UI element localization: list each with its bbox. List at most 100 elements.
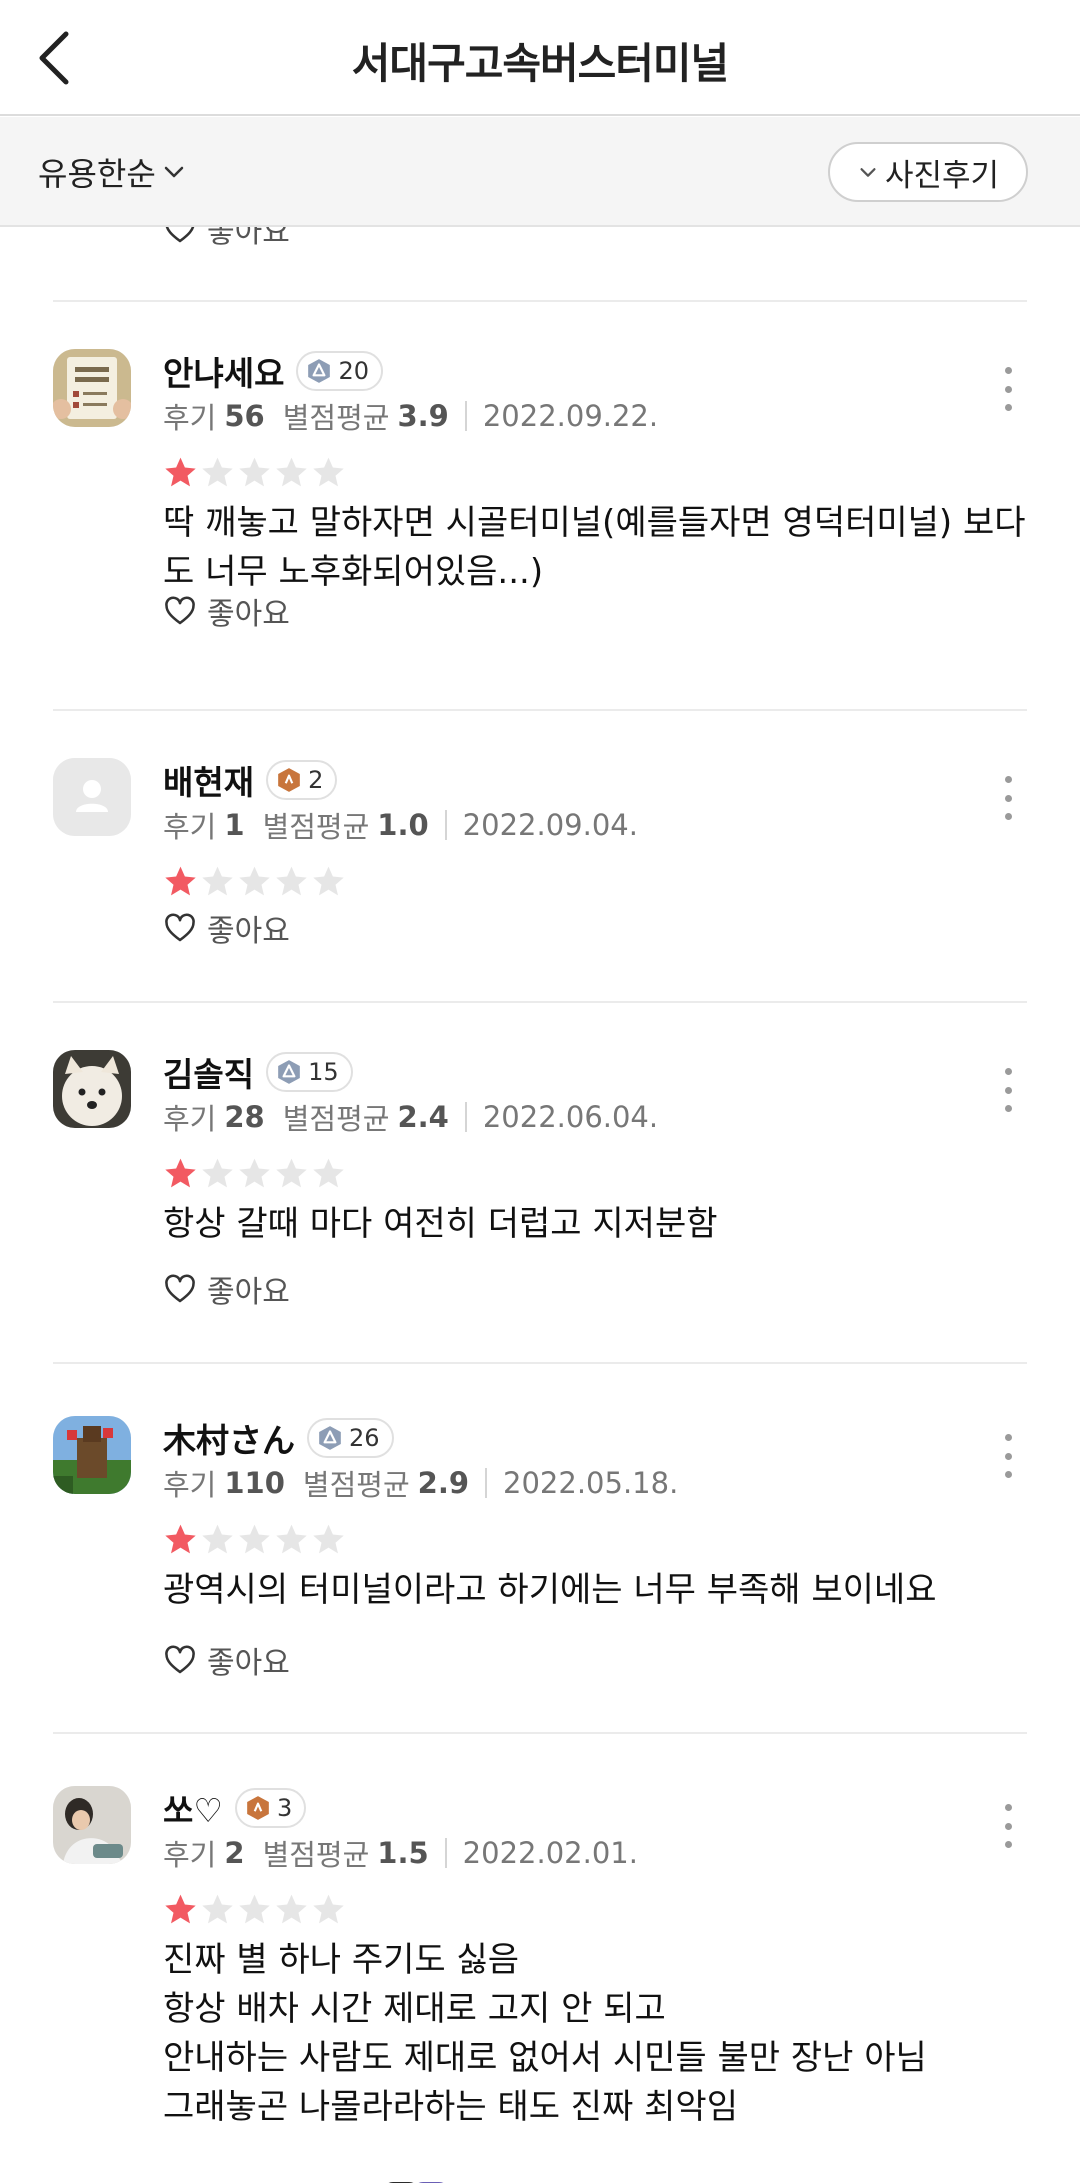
review-date: 2022.09.04. — [462, 808, 638, 842]
like-button[interactable]: 좋아요 — [163, 227, 290, 251]
avg-rating-label: 별점평균 — [262, 810, 370, 844]
reviewer-stats: 후기 2 별점평균 1.5 2022.02.01. — [163, 1832, 638, 1874]
chevron-down-icon — [164, 166, 184, 178]
reviewer-name[interactable]: 木村さん — [163, 1414, 295, 1462]
badge-count: 20 — [338, 357, 369, 385]
divider — [53, 1362, 1027, 1364]
star-rating — [163, 1522, 346, 1557]
like-button[interactable]: 좋아요 — [163, 589, 290, 633]
reviewer-name[interactable]: 쏘♡ — [163, 1784, 223, 1832]
like-button[interactable]: 좋아요 — [163, 1267, 290, 1311]
reviewer-level-badge: 2 — [266, 760, 338, 800]
star-empty-icon — [239, 866, 270, 896]
star-empty-icon — [313, 1524, 344, 1554]
star-rating — [163, 864, 346, 899]
star-rating — [163, 1892, 346, 1927]
photo-review-label: 사진후기 — [884, 157, 1000, 194]
divider — [53, 709, 1027, 711]
review-text: 진짜 별 하나 주기도 싫음 항상 배차 시간 제대로 고지 안 되고 안내하는… — [163, 1940, 927, 2127]
review-count-label: 후기 — [163, 1838, 217, 1872]
photo-review-filter-button[interactable]: 사진후기 — [828, 142, 1028, 202]
avatar[interactable] — [53, 1050, 131, 1128]
default-avatar[interactable] — [53, 758, 131, 836]
review-count: 28 — [224, 1100, 265, 1134]
like-button[interactable]: 좋아요 — [163, 906, 290, 950]
like-label: 좋아요 — [207, 1275, 290, 1310]
bronze-level-icon — [247, 1796, 269, 1820]
reviewer-name[interactable]: 배현재 — [163, 756, 254, 804]
heart-icon — [165, 1274, 195, 1303]
reviewer-stats: 후기 28 별점평균 2.4 2022.06.04. — [163, 1096, 658, 1138]
avg-rating-label: 별점평균 — [282, 1102, 390, 1136]
reviewer-name[interactable]: 안냐세요 — [163, 347, 284, 395]
avg-rating-label: 별점평균 — [302, 1468, 410, 1502]
bronze-level-icon — [278, 768, 300, 792]
more-options-button[interactable] — [996, 367, 1020, 411]
star-empty-icon — [202, 1524, 233, 1554]
avatar[interactable] — [53, 349, 131, 427]
star-empty-icon — [313, 866, 344, 896]
avatar[interactable] — [53, 1786, 131, 1864]
more-options-button[interactable] — [996, 1434, 1020, 1478]
star-empty-icon — [313, 457, 344, 487]
like-label: 좋아요 — [207, 597, 290, 632]
star-empty-icon — [239, 1524, 270, 1554]
review-date: 2022.02.01. — [462, 1836, 638, 1870]
reviewer-stats: 후기 56 별점평균 3.9 2022.09.22. — [163, 395, 658, 437]
review-list[interactable]: 좋아요 안냐세요 20 후기 56 별점평균 3.9 2022.09.22. 딱… — [0, 227, 1080, 2183]
top-app-bar: 서대구고속버스터미널 — [0, 0, 1080, 116]
star-empty-icon — [276, 1524, 307, 1554]
divider — [53, 1001, 1027, 1003]
review-count: 110 — [224, 1466, 285, 1500]
review-count-label: 후기 — [163, 401, 217, 435]
reviewer-level-badge: 20 — [296, 351, 383, 391]
reviewer-level-badge: 3 — [234, 1788, 307, 1828]
more-options-button[interactable] — [996, 776, 1020, 820]
review-count: 56 — [224, 399, 265, 433]
review-count: 2 — [224, 1836, 245, 1870]
sort-label: 유용한순 — [38, 155, 156, 193]
avatar[interactable] — [53, 1416, 131, 1494]
reviewer-name[interactable]: 김솔직 — [163, 1048, 254, 1096]
star-empty-icon — [276, 1158, 307, 1188]
like-label: 좋아요 — [207, 914, 290, 949]
heart-icon — [165, 913, 195, 942]
review-text: 항상 갈때 마다 여전히 더럽고 지저분함 — [163, 1204, 718, 1244]
star-empty-icon — [313, 1894, 344, 1924]
badge-count: 26 — [349, 1424, 380, 1452]
review-date: 2022.05.18. — [503, 1466, 679, 1500]
star-empty-icon — [276, 866, 307, 896]
reviewer-level-badge: 26 — [307, 1418, 394, 1458]
chevron-down-icon — [860, 168, 876, 177]
heart-icon — [165, 227, 195, 243]
star-empty-icon — [276, 457, 307, 487]
star-empty-icon — [202, 1158, 233, 1188]
silver-level-icon — [278, 1060, 300, 1084]
star-empty-icon — [313, 1158, 344, 1188]
review-count: 1 — [224, 808, 245, 842]
review-count-label: 후기 — [163, 1468, 217, 1502]
more-options-button[interactable] — [996, 1804, 1020, 1848]
reviewer-stats: 후기 1 별점평균 1.0 2022.09.04. — [163, 804, 638, 846]
star-filled-icon — [165, 1894, 196, 1924]
star-empty-icon — [239, 1158, 270, 1188]
badge-count: 3 — [276, 1794, 293, 1822]
review-date: 2022.06.04. — [482, 1100, 659, 1134]
star-empty-icon — [202, 866, 233, 896]
star-empty-icon — [202, 1894, 233, 1924]
divider — [53, 300, 1027, 302]
avg-rating: 1.0 — [377, 808, 429, 842]
star-filled-icon — [165, 1158, 196, 1188]
sort-dropdown[interactable]: 유용한순 — [38, 149, 186, 195]
star-filled-icon — [165, 866, 196, 896]
more-options-button[interactable] — [996, 1068, 1020, 1112]
star-empty-icon — [202, 457, 233, 487]
silver-level-icon — [319, 1426, 341, 1450]
like-button[interactable]: 좋아요 — [163, 1638, 290, 1682]
divider — [53, 1732, 1027, 1734]
silver-level-icon — [308, 359, 331, 383]
heart-icon — [165, 596, 195, 625]
review-count-label: 후기 — [163, 1102, 217, 1136]
like-button[interactable]: 좋아요 2 — [163, 2178, 493, 2183]
review-text: 광역시의 터미널이라고 하기에는 너무 부족해 보이네요 — [163, 1570, 937, 1610]
